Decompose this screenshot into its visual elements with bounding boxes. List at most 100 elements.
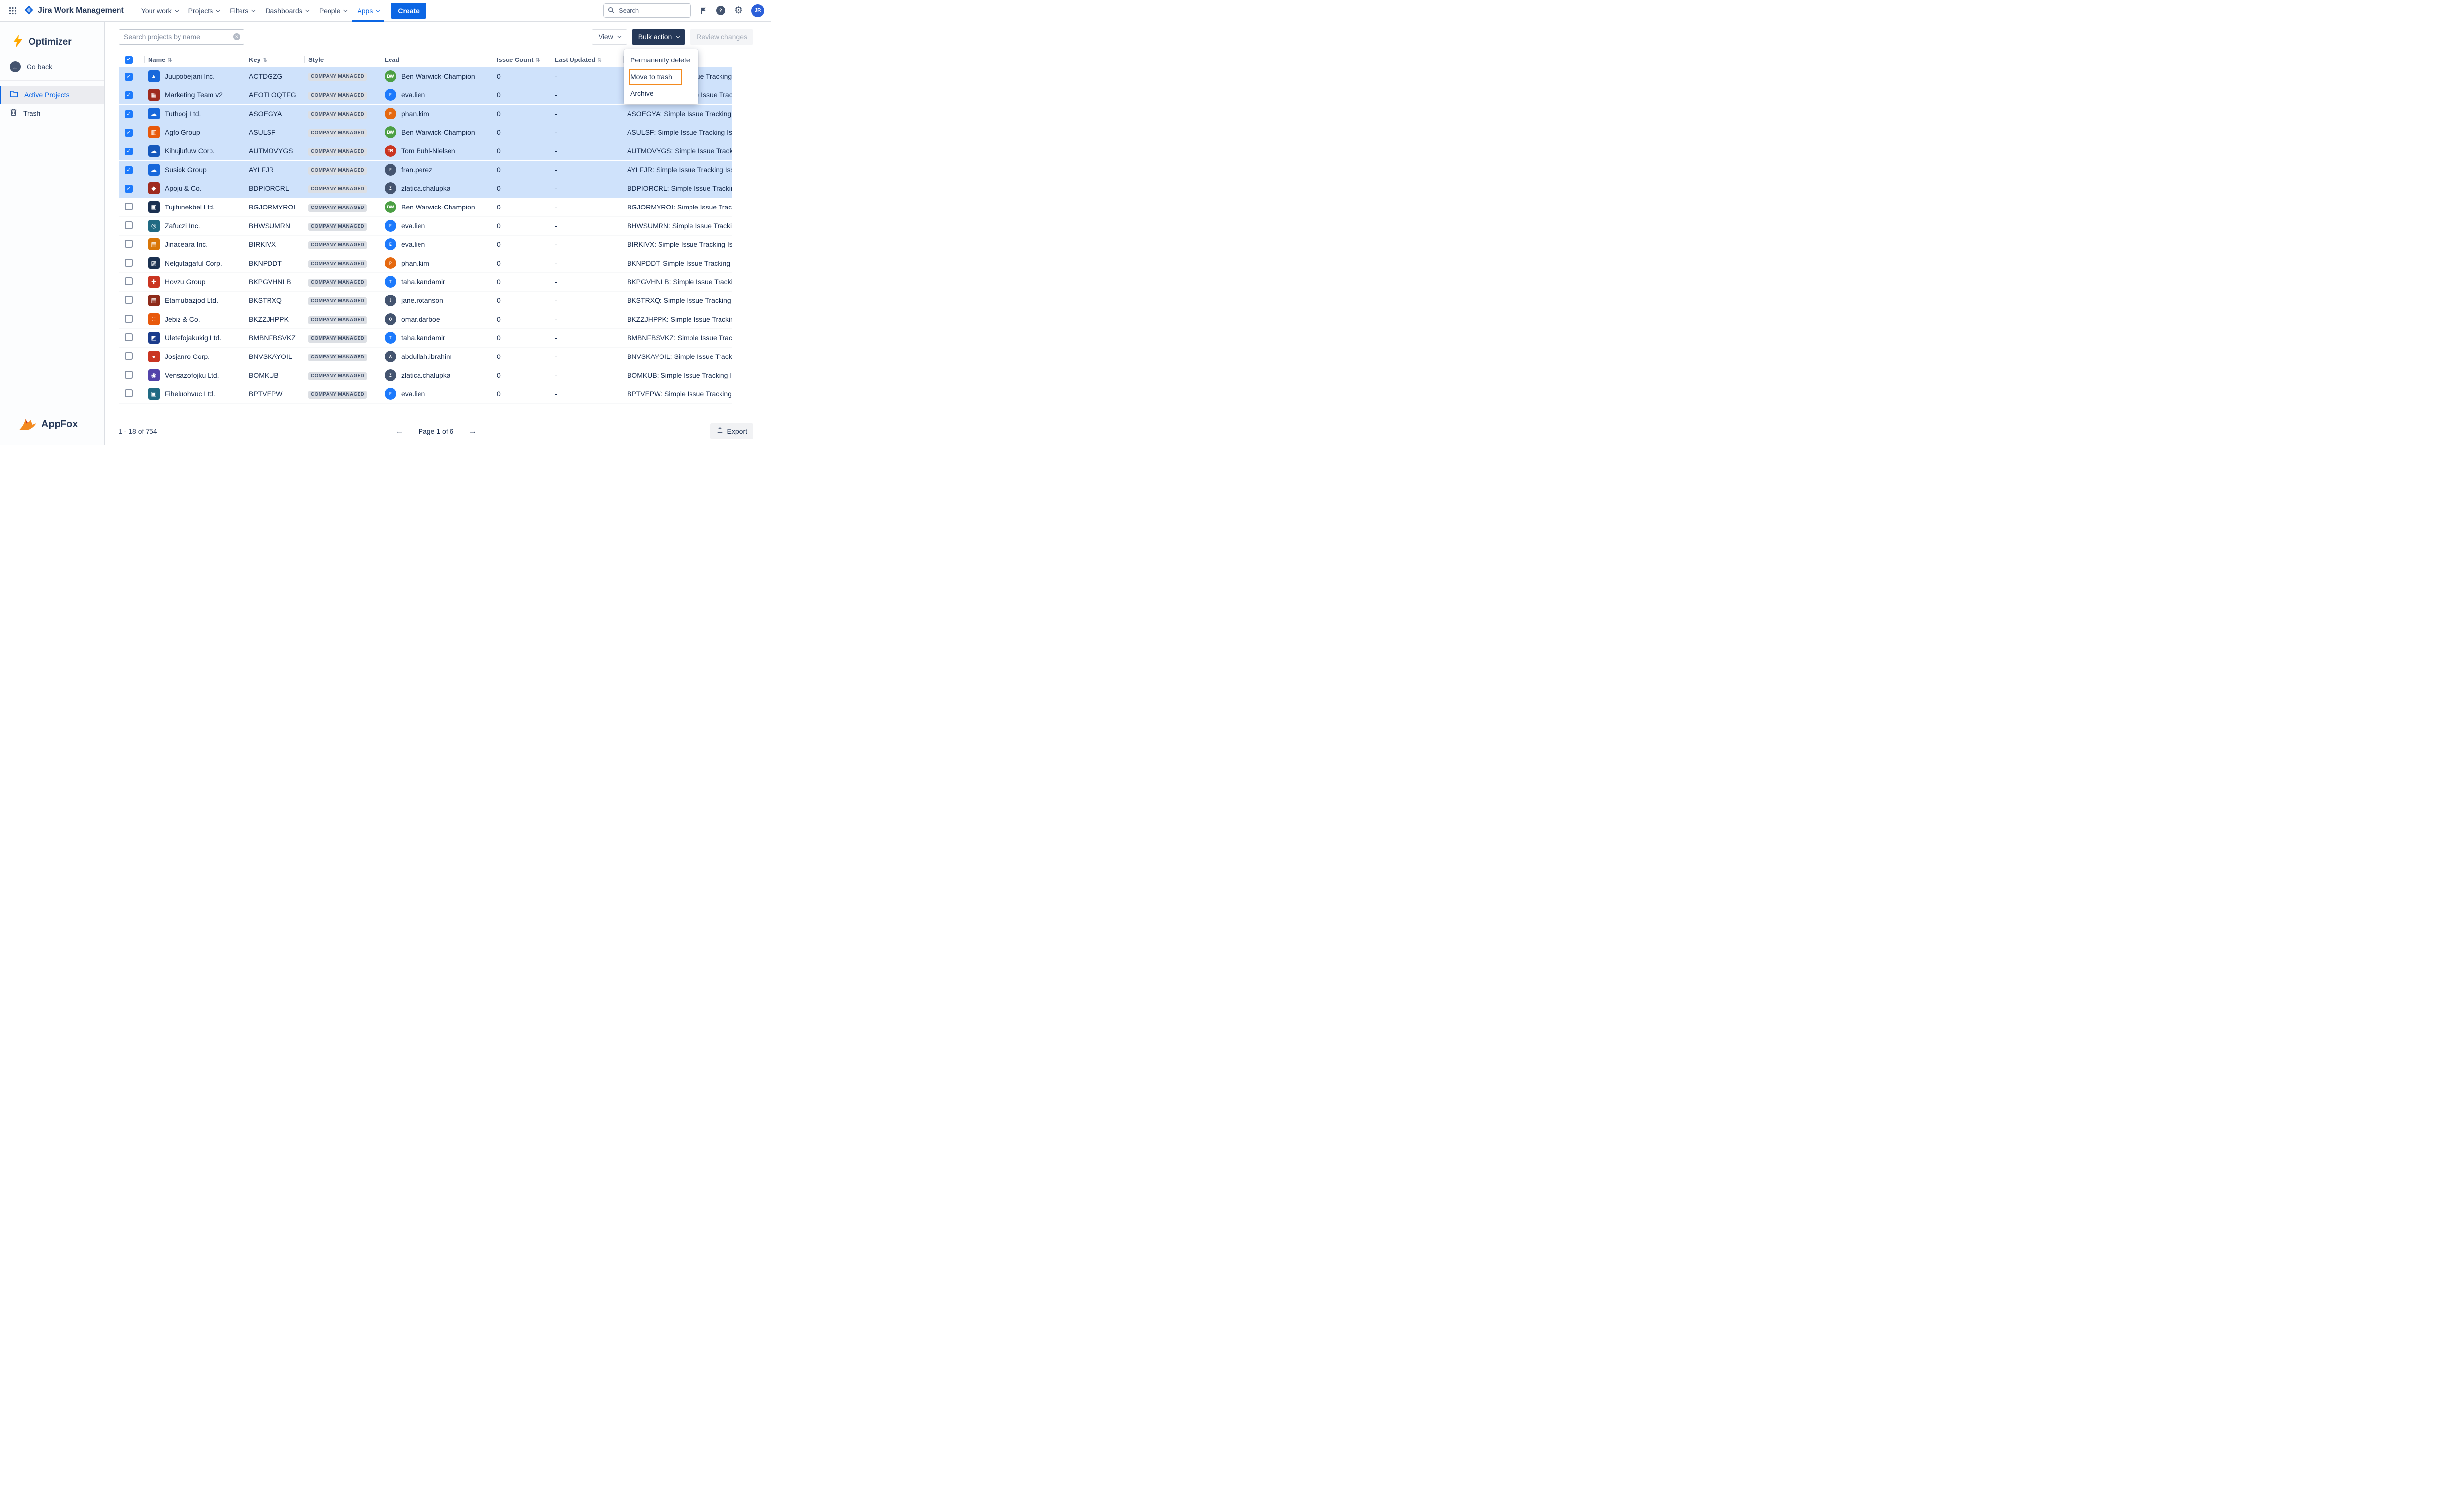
project-name[interactable]: Apoju & Co. [165,184,202,192]
project-name[interactable]: Juupobejani Inc. [165,72,215,80]
app-switcher-icon[interactable] [7,5,19,17]
nav-projects[interactable]: Projects [183,0,225,22]
column-last-updated[interactable]: Last Updated⇅ [551,52,623,67]
nav-dashboards[interactable]: Dashboards [260,0,314,22]
create-button[interactable]: Create [391,3,426,19]
column-lead[interactable]: Lead [381,52,493,67]
project-avatar: ☁ [148,108,160,119]
lead-name: eva.lien [401,222,425,230]
row-checkbox[interactable] [125,371,133,379]
table-row[interactable]: ▨ Nelgutagaful Corp. BKNPDDT COMPANY MAN… [119,254,732,272]
nav-filters[interactable]: Filters [224,0,260,22]
settings-gear-icon[interactable]: ⚙ [734,6,743,15]
user-avatar[interactable]: JR [751,4,764,17]
project-name[interactable]: Hovzu Group [165,278,205,286]
style-badge: COMPANY MANAGED [308,260,367,268]
project-key: AYLFJR [249,166,274,174]
select-all-checkbox[interactable]: ✓ [125,56,133,64]
project-name[interactable]: Tujifunekbel Ltd. [165,203,215,211]
table-row[interactable]: ● Josjanro Corp. BNVSKAYOIL COMPANY MANA… [119,347,732,366]
nav-your-work[interactable]: Your work [136,0,183,22]
row-checkbox[interactable] [125,203,133,210]
table-row[interactable]: ▣ Tujifunekbel Ltd. BGJORMYROI COMPANY M… [119,198,732,216]
row-checkbox[interactable] [125,389,133,397]
lead-avatar: O [385,313,396,325]
announcements-icon[interactable] [700,7,707,15]
next-page-arrow[interactable]: → [468,426,477,436]
table-row[interactable]: ▤ Etamubazjod Ltd. BKSTRXQ COMPANY MANAG… [119,291,732,310]
row-checkbox[interactable]: ✓ [125,148,133,155]
export-button[interactable]: Export [710,423,753,439]
table-row[interactable]: ✓ ☁ Tuthooj Ltd. ASOEGYA COMPANY MANAGED… [119,104,732,123]
project-name[interactable]: Etamubazjod Ltd. [165,296,218,304]
table-row[interactable]: ◎ Zafuczi Inc. BHWSUMRN COMPANY MANAGED … [119,216,732,235]
table-row[interactable]: ✓ ◆ Apoju & Co. BDPIORCRL COMPANY MANAGE… [119,179,732,198]
project-name[interactable]: Zafuczi Inc. [165,222,200,230]
project-search-input[interactable] [119,29,244,45]
sidebar-item-trash[interactable]: Trash [0,104,104,122]
column-style[interactable]: Style [304,52,381,67]
table-row[interactable]: ✓ ☁ Susiok Group AYLFJR COMPANY MANAGED … [119,160,732,179]
menu-item-permanently-delete[interactable]: Permanently delete [624,52,698,68]
row-checkbox[interactable]: ✓ [125,110,133,118]
row-checkbox[interactable]: ✓ [125,129,133,137]
go-back-button[interactable]: ← Go back [0,59,104,80]
table-row[interactable]: ✓ ▥ Agfo Group ASULSF COMPANY MANAGED BW… [119,123,732,142]
table-row[interactable]: ∷ Jebiz & Co. BKZZJHPPK COMPANY MANAGED … [119,310,732,328]
row-checkbox[interactable]: ✓ [125,91,133,99]
style-badge: COMPANY MANAGED [308,167,367,175]
project-name[interactable]: Nelgutagaful Corp. [165,259,222,267]
jira-home-link[interactable]: Jira Work Management [24,5,124,17]
results-range: 1 - 18 of 754 [119,427,157,435]
project-name[interactable]: Josjanro Corp. [165,353,210,360]
chevron-down-icon [676,34,680,38]
project-name[interactable]: Susiok Group [165,166,207,174]
project-name[interactable]: Jebiz & Co. [165,315,200,323]
row-checkbox[interactable] [125,296,133,304]
project-name[interactable]: Uletefojakukig Ltd. [165,334,221,342]
last-updated: - [555,390,557,398]
global-search-input[interactable] [603,3,691,18]
table-row[interactable]: ◩ Uletefojakukig Ltd. BMBNFBSVKZ COMPANY… [119,328,732,347]
table-row[interactable]: ✓ ☁ Kihujlufuw Corp. AUTMOVYGS COMPANY M… [119,142,732,160]
sidebar-item-active-projects[interactable]: Active Projects [0,86,104,104]
project-name[interactable]: Vensazofojku Ltd. [165,371,219,379]
project-search: ✕ [119,29,244,45]
project-name[interactable]: Marketing Team v2 [165,91,223,99]
row-checkbox[interactable]: ✓ [125,73,133,81]
row-checkbox[interactable] [125,352,133,360]
project-name[interactable]: Tuthooj Ltd. [165,110,201,118]
bulk-action-button[interactable]: Bulk action [632,29,685,45]
row-checkbox[interactable]: ✓ [125,185,133,193]
nav-people[interactable]: People [314,0,352,22]
column-name[interactable]: Name⇅ [144,52,245,67]
table-row[interactable]: ▣ Fiheluohvuc Ltd. BPTVEPW COMPANY MANAG… [119,385,732,403]
menu-item-archive[interactable]: Archive [624,85,698,102]
menu-item-move-to-trash[interactable]: Move to trash [624,68,698,85]
lead-name: eva.lien [401,240,425,248]
previous-page-arrow[interactable]: ← [395,426,404,436]
project-name[interactable]: Agfo Group [165,128,200,136]
row-checkbox[interactable] [125,259,133,267]
column-issue-count[interactable]: Issue Count⇅ [493,52,551,67]
table-row[interactable]: ◉ Vensazofojku Ltd. BOMKUB COMPANY MANAG… [119,366,732,385]
row-checkbox[interactable] [125,315,133,323]
project-name[interactable]: Kihujlufuw Corp. [165,147,215,155]
project-name[interactable]: Jinaceara Inc. [165,240,208,248]
clear-search-icon[interactable]: ✕ [233,33,240,40]
nav-apps[interactable]: Apps [352,0,384,22]
help-icon[interactable]: ? [716,6,725,15]
project-name[interactable]: Fiheluohvuc Ltd. [165,390,215,398]
row-checkbox[interactable] [125,277,133,285]
row-checkbox[interactable] [125,240,133,248]
view-button[interactable]: View [592,29,627,45]
column-key[interactable]: Key⇅ [245,52,304,67]
row-checkbox[interactable] [125,333,133,341]
project-key: AEOTLOQTFG [249,91,296,99]
row-checkbox[interactable] [125,221,133,229]
review-changes-button[interactable]: Review changes [690,29,753,45]
table-row[interactable]: ▤ Jinaceara Inc. BIRKIVX COMPANY MANAGED… [119,235,732,254]
row-checkbox[interactable]: ✓ [125,166,133,174]
lead-name: Ben Warwick-Champion [401,72,475,80]
table-row[interactable]: ✚ Hovzu Group BKPGVHNLB COMPANY MANAGED … [119,272,732,291]
